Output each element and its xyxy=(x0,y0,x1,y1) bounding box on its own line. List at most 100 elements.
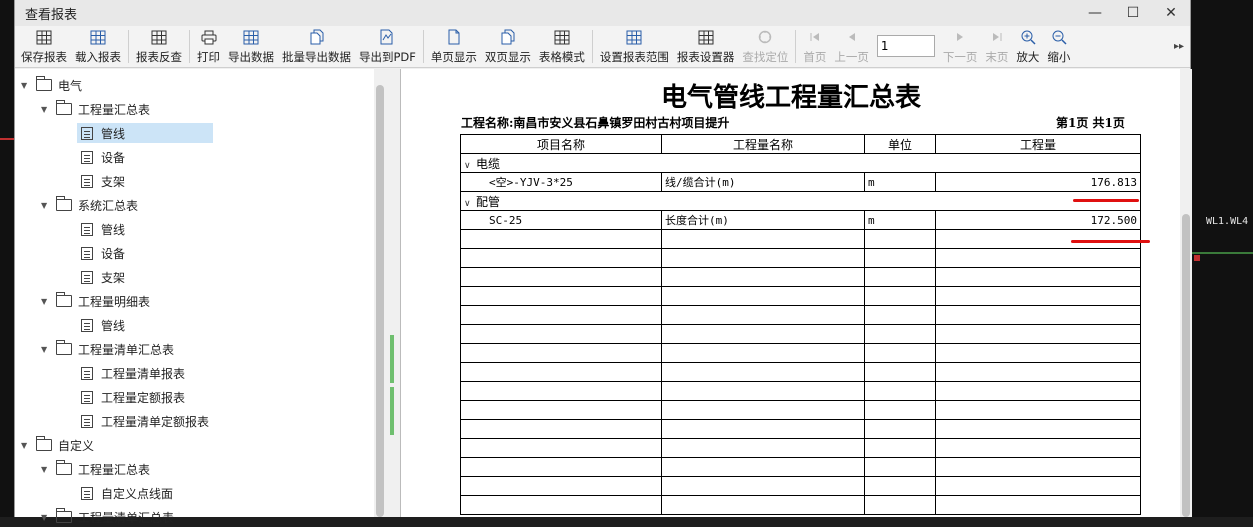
tree-item[interactable]: 管线 xyxy=(77,315,125,335)
tree-folder[interactable]: ▼ 工程量汇总表 xyxy=(41,459,150,479)
page-number-input[interactable] xyxy=(876,35,935,57)
tree-folder[interactable]: ▼ 电气 xyxy=(21,75,82,95)
tree-scrollbar[interactable] xyxy=(374,69,386,517)
title-bar[interactable]: 查看报表 — ☐ ✕ xyxy=(15,0,1190,26)
tree-item[interactable]: 自定义点线面 xyxy=(77,483,173,503)
empty-cell xyxy=(661,324,865,344)
printer-button[interactable]: 打印 xyxy=(193,26,224,67)
export-data-button[interactable]: 导出数据 xyxy=(224,26,278,67)
cad-wire-label: WL1.WL4 xyxy=(1206,216,1249,227)
collapse-chevron-icon[interactable]: ∨ xyxy=(464,161,476,171)
empty-cell xyxy=(864,362,936,382)
tree-item-label: 支架 xyxy=(101,270,126,285)
last-page-button[interactable]: 末页 xyxy=(981,26,1012,67)
report-range-button[interactable]: 设置报表范围 xyxy=(596,26,673,67)
expand-arrow-icon[interactable]: ▼ xyxy=(41,345,51,354)
prev-page-button[interactable]: 上一页 xyxy=(830,26,873,67)
tree-item[interactable]: 支架 xyxy=(77,171,125,191)
load-grid-button[interactable]: 载入报表 xyxy=(71,26,125,67)
zoom-in-button[interactable]: 放大 xyxy=(1012,26,1043,67)
double-page-button[interactable]: 双页显示 xyxy=(481,26,535,67)
empty-cell xyxy=(864,343,936,363)
collapse-chevron-icon[interactable]: ∨ xyxy=(464,199,476,209)
toolbar-button-label: 缩小 xyxy=(1047,49,1071,64)
expand-arrow-icon[interactable]: ▼ xyxy=(41,465,51,474)
report-table: 项目名称 工程量名称 单位 工程量 ∨ 电缆 <空>-YJV-3*25 线/缆合计(m) m 1… xyxy=(460,134,1141,515)
empty-cell xyxy=(661,400,865,420)
report-doc-icon xyxy=(81,414,93,428)
tree-item[interactable]: 设备 xyxy=(77,243,125,263)
cad-line-fragment xyxy=(0,138,14,140)
report-doc-icon xyxy=(81,486,93,500)
toolbar-button-label: 打印 xyxy=(197,49,220,64)
expand-arrow-icon[interactable]: ▼ xyxy=(41,105,51,114)
empty-cell xyxy=(935,267,1141,287)
toolbar-separator xyxy=(422,30,424,63)
empty-cell xyxy=(935,343,1141,363)
folder-icon xyxy=(56,292,72,307)
first-page-button[interactable]: 首页 xyxy=(799,26,830,67)
locate-button[interactable]: 查找定位 xyxy=(738,26,792,67)
tree-item[interactable]: 工程量清单定额报表 xyxy=(77,411,209,431)
empty-cell xyxy=(460,400,662,420)
tree-item-label: 管线 xyxy=(101,126,126,141)
empty-cell xyxy=(864,324,936,344)
toolbar-overflow-button[interactable]: ▸▸ xyxy=(1168,26,1190,67)
maximize-button[interactable]: ☐ xyxy=(1114,0,1152,26)
tree-item[interactable]: 工程量清单报表 xyxy=(77,363,185,383)
cad-line-fragment xyxy=(1192,252,1253,254)
folder-icon xyxy=(36,436,52,451)
empty-cell xyxy=(935,400,1141,420)
tree-item[interactable]: 管线 xyxy=(77,219,125,239)
minimize-button[interactable]: — xyxy=(1076,0,1114,26)
zoom-out-icon xyxy=(1050,29,1068,46)
folder-icon xyxy=(56,100,72,115)
reverse-lookup-button[interactable]: 报表反查 xyxy=(132,26,186,67)
empty-cell xyxy=(661,286,865,306)
expand-arrow-icon[interactable]: ▼ xyxy=(21,81,31,90)
batch-export-button[interactable]: 批量导出数据 xyxy=(278,26,355,67)
tree-item[interactable]: 管线 xyxy=(77,123,213,143)
tree-folder[interactable]: ▼ 工程量清单汇总表 xyxy=(41,507,174,527)
folder-icon xyxy=(56,508,72,523)
tree-item-label: 工程量清单汇总表 xyxy=(78,510,175,525)
pane-splitter[interactable] xyxy=(386,69,400,517)
toolbar-button-label: 双页显示 xyxy=(484,49,531,64)
window-controls: — ☐ ✕ xyxy=(1076,0,1190,26)
single-page-button[interactable]: 单页显示 xyxy=(427,26,481,67)
splitter-grip[interactable] xyxy=(390,387,394,435)
tree-folder[interactable]: ▼ 自定义 xyxy=(21,435,94,455)
report-viewer-window: 查看报表 — ☐ ✕ 保存报表 载入报表 报表反查 打印 导出数据 批量导出数据 导出到PD… xyxy=(14,0,1192,525)
tree-folder[interactable]: ▼ 系统汇总表 xyxy=(41,195,138,215)
group-row[interactable]: ∨ 电缆 xyxy=(460,153,1141,173)
report-settings-button[interactable]: 报表设置器 xyxy=(673,26,739,67)
report-doc-icon xyxy=(81,270,93,284)
report-tree: ▼ 电气 ▼ 工程量汇总表 管线 设备 支架 ▼ 系统汇总表 管线 设备 支架 ▼ 工程量明细表 管线 ▼ 工程… xyxy=(15,69,374,525)
save-grid-button[interactable]: 保存报表 xyxy=(17,26,71,67)
preview-scroll-thumb[interactable] xyxy=(1182,214,1190,517)
close-button[interactable]: ✕ xyxy=(1152,0,1190,26)
expand-arrow-icon[interactable]: ▼ xyxy=(21,441,31,450)
tree-folder[interactable]: ▼ 工程量清单汇总表 xyxy=(41,339,174,359)
expand-arrow-icon[interactable]: ▼ xyxy=(41,513,51,522)
tree-scroll-thumb[interactable] xyxy=(376,85,384,517)
tree-folder[interactable]: ▼ 工程量明细表 xyxy=(41,291,150,311)
tree-item[interactable]: 工程量定额报表 xyxy=(77,387,185,407)
empty-cell xyxy=(460,324,662,344)
pdf-export-button[interactable]: 导出到PDF xyxy=(355,26,420,67)
table-mode-button[interactable]: 表格模式 xyxy=(535,26,589,67)
preview-scrollbar[interactable] xyxy=(1180,69,1192,517)
empty-cell xyxy=(864,267,936,287)
locate-icon xyxy=(756,29,774,46)
tree-folder[interactable]: ▼ 工程量汇总表 xyxy=(41,99,150,119)
tree-item[interactable]: 支架 xyxy=(77,267,125,287)
group-row[interactable]: ∨ 配管 xyxy=(460,191,1141,211)
tree-item[interactable]: 设备 xyxy=(77,147,125,167)
expand-arrow-icon[interactable]: ▼ xyxy=(41,201,51,210)
toolbar-button-label: 保存报表 xyxy=(21,49,67,64)
expand-arrow-icon[interactable]: ▼ xyxy=(41,297,51,306)
splitter-grip[interactable] xyxy=(390,335,394,383)
unit-cell: m xyxy=(864,172,936,192)
next-page-button[interactable]: 下一页 xyxy=(939,26,982,67)
zoom-out-button[interactable]: 缩小 xyxy=(1043,26,1074,67)
